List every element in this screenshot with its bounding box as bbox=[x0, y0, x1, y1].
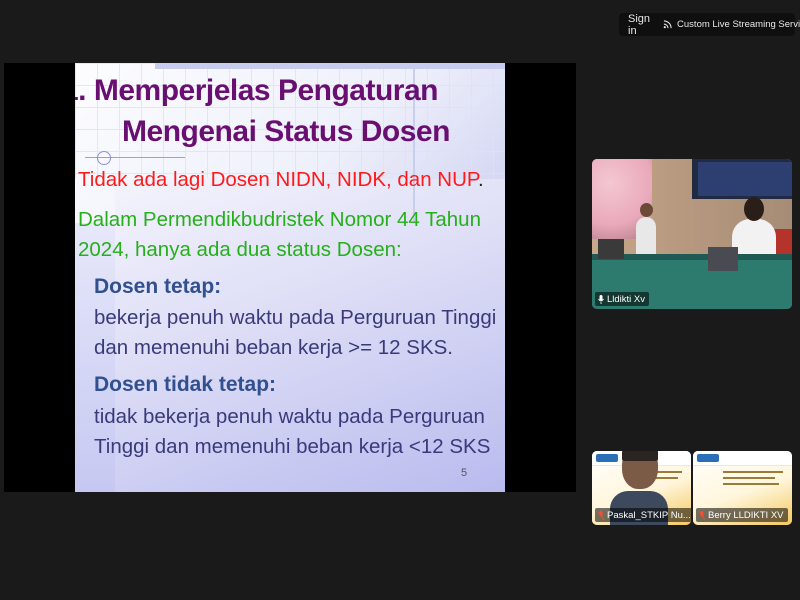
mic-muted-icon bbox=[598, 510, 604, 520]
sign-in-link[interactable]: Sign in bbox=[628, 13, 650, 37]
mic-icon bbox=[598, 294, 604, 304]
person-left bbox=[636, 203, 656, 257]
slide-green-statement: Dalam Permendikbudristek Nomor 44 Tahun … bbox=[78, 208, 481, 261]
participant-name-label: Berry LLDIKTI XV bbox=[696, 508, 788, 522]
slide-term-dosen-tetap: Dosen tetap: bbox=[94, 275, 222, 298]
slide-term-dosen-tidak-tetap: Dosen tidak tetap: bbox=[94, 373, 277, 396]
slide-crosshair-decoration bbox=[97, 151, 111, 165]
broadcast-icon bbox=[663, 20, 672, 29]
participant-name: Berry LLDIKTI XV bbox=[708, 509, 784, 521]
slide-title-line2: Mengenai Status Dosen bbox=[122, 115, 450, 148]
top-bar: Sign in Custom Live Streaming Service ⌄ bbox=[619, 13, 800, 37]
participant-name: Lldikti Xv bbox=[607, 293, 646, 305]
participant-name-label: Paskal_STKIP Nu... bbox=[595, 508, 691, 522]
slide-red-statement: Tidak ada lagi Dosen NIDN, NIDK, dan NUP… bbox=[78, 168, 484, 192]
slide-red-period: . bbox=[477, 168, 484, 191]
participant-name: Paskal_STKIP Nu... bbox=[607, 509, 691, 521]
presentation-slide: 1. Memperjelas Pengaturan Mengenai Statu… bbox=[75, 63, 505, 492]
shared-screen: 1. Memperjelas Pengaturan Mengenai Statu… bbox=[4, 63, 576, 492]
room-screen bbox=[692, 159, 792, 199]
slide-top-line bbox=[155, 63, 505, 69]
stream-selector[interactable]: Custom Live Streaming Service ⌄ bbox=[663, 19, 800, 30]
slide-desc-dosen-tetap: bekerja penuh waktu pada Perguruan Tingg… bbox=[94, 306, 497, 359]
slide-desc-dosen-tidak-tetap: tidak bekerja penuh waktu pada Perguruan… bbox=[94, 405, 491, 458]
stream-label: Custom Live Streaming Service bbox=[677, 19, 800, 30]
laptop-left bbox=[598, 239, 624, 259]
participant-video-tile[interactable]: Paskal_STKIP Nu... bbox=[592, 451, 691, 525]
laptop-right bbox=[708, 247, 738, 271]
slide-red-text: Tidak ada lagi Dosen NIDN, NIDK, dan NUP bbox=[78, 168, 478, 191]
participant-video-tile[interactable]: Berry LLDIKTI XV bbox=[693, 451, 792, 525]
participant-video-tile[interactable]: Lldikti Xv bbox=[592, 159, 792, 309]
slide-page-number: 5 bbox=[461, 467, 468, 479]
mic-muted-icon bbox=[699, 510, 705, 520]
slide-title-line1: 1. Memperjelas Pengaturan bbox=[75, 74, 438, 107]
participant-name-label: Lldikti Xv bbox=[595, 292, 650, 306]
